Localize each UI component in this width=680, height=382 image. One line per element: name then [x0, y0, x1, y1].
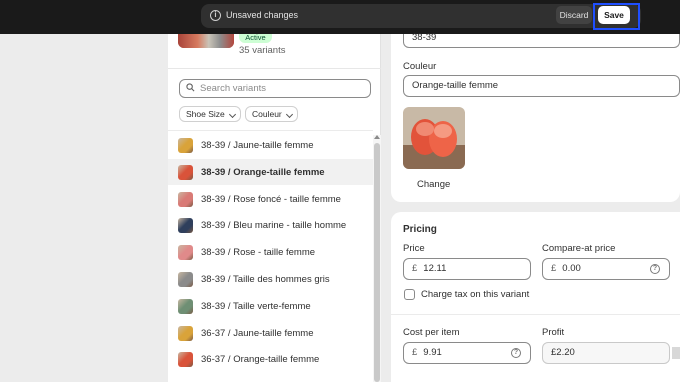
pricing-divider	[391, 314, 680, 315]
variant-label: 38-39 / Bleu marine - taille homme	[201, 220, 347, 232]
variant-thumbnail	[178, 352, 193, 368]
cost-help-icon[interactable]: ?	[511, 348, 521, 358]
variant-row[interactable]: 36-37 / Orange-taille femme	[168, 346, 373, 372]
compare-currency: £	[551, 263, 557, 274]
price-currency: £	[412, 263, 418, 274]
variant-row[interactable]: 38-39 / Taille verte-femme	[168, 293, 373, 319]
variant-label: 38-39 / Orange-taille femme	[201, 166, 325, 178]
variant-thumbnail	[178, 218, 193, 234]
search-icon	[186, 83, 195, 92]
variant-row[interactable]: 38-39 / Rose foncé - taille femme	[168, 186, 373, 212]
unsaved-changes-message: Unsaved changes	[226, 10, 299, 20]
cost-value: 9.91	[423, 347, 442, 358]
shoe-size-field[interactable]: 38-39	[403, 32, 680, 48]
filter-shoe-size-label: Shoe Size	[186, 109, 225, 119]
pricing-title: Pricing	[403, 224, 437, 235]
compare-help-icon[interactable]: ?	[650, 264, 660, 274]
product-thumbnail	[178, 34, 234, 48]
couleur-label: Couleur	[403, 61, 437, 72]
clipped-edge-icon	[672, 347, 680, 359]
change-image-link[interactable]: Change	[417, 179, 450, 190]
variant-row[interactable]: 36-37 / Jaune-taille femme	[168, 320, 373, 346]
scroll-up-arrow-icon[interactable]	[374, 135, 380, 139]
variant-row[interactable]: 38-39 / Rose - taille femme	[168, 239, 373, 265]
scrollbar-thumb[interactable]	[374, 143, 380, 382]
filter-couleur-label: Couleur	[252, 109, 282, 119]
variant-thumbnail	[178, 325, 193, 341]
list-divider	[168, 130, 373, 131]
variant-image[interactable]	[403, 107, 465, 169]
save-button[interactable]: Save	[598, 6, 630, 24]
filter-shoe-size[interactable]: Shoe Size	[179, 106, 241, 122]
compare-value: 0.00	[562, 263, 581, 274]
couleur-field[interactable]: Orange-taille femme	[403, 75, 680, 97]
cost-currency: £	[412, 347, 418, 358]
cost-per-item-label: Cost per item	[403, 327, 460, 338]
panel-divider	[168, 68, 381, 69]
variant-row[interactable]: 38-39 / Jaune-taille femme	[168, 132, 373, 158]
variant-row[interactable]: 38-39 / Orange-taille femme	[168, 158, 373, 185]
shoe-size-value: 38-39	[412, 32, 437, 43]
discard-button[interactable]: Discard	[556, 6, 592, 24]
variant-count: 35 variants	[239, 45, 286, 56]
chevron-down-icon	[228, 110, 237, 119]
variant-thumbnail	[178, 272, 193, 287]
price-value: 12.11	[423, 263, 447, 274]
variant-thumbnail	[178, 298, 193, 314]
variant-thumbnail	[178, 164, 193, 180]
price-label: Price	[403, 243, 425, 254]
charge-tax-label: Charge tax on this variant	[421, 289, 530, 300]
profit-value: £2.20	[551, 347, 575, 358]
variant-label: 36-37 / Orange-taille femme	[201, 354, 320, 366]
variant-label: 36-37 / Jaune-taille femme	[201, 327, 314, 339]
compare-at-price-label: Compare-at price	[542, 243, 616, 254]
chevron-down-icon	[285, 110, 294, 119]
profit-label: Profit	[542, 327, 565, 338]
variant-row[interactable]: 38-39 / Bleu marine - taille homme	[168, 212, 373, 238]
profit-field: £2.20	[542, 342, 670, 364]
status-badge: Active	[239, 34, 272, 43]
couleur-value: Orange-taille femme	[412, 80, 499, 91]
variant-label: 38-39 / Rose foncé - taille femme	[201, 193, 341, 205]
charge-tax-checkbox[interactable]	[404, 289, 415, 300]
filter-couleur[interactable]: Couleur	[245, 106, 298, 122]
variant-thumbnail	[178, 245, 193, 261]
variant-label: 38-39 / Taille des hommes gris	[201, 274, 330, 285]
variant-label: 38-39 / Rose - taille femme	[201, 247, 316, 259]
variant-thumbnail	[178, 138, 193, 153]
slipper-image	[403, 107, 465, 169]
variant-thumbnail	[178, 191, 193, 207]
info-icon: i	[210, 10, 221, 21]
price-field[interactable]: £12.11	[403, 258, 531, 280]
variant-row[interactable]: 38-39 / Taille des hommes gris	[168, 266, 373, 292]
variant-label: 38-39 / Jaune-taille femme	[201, 140, 314, 151]
variant-label: 38-39 / Taille verte-femme	[201, 300, 311, 312]
search-placeholder: Search variants	[200, 83, 267, 94]
